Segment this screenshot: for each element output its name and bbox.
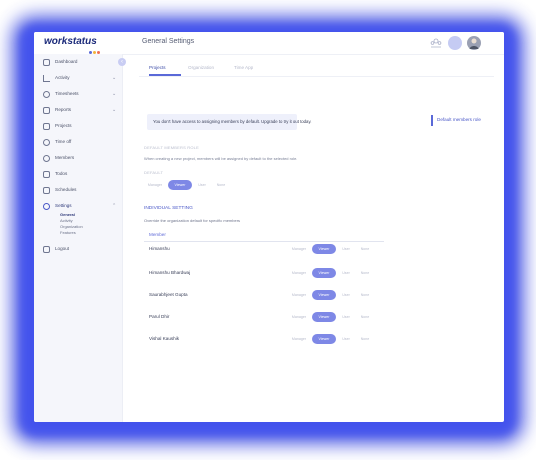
team-icon[interactable] <box>429 36 443 50</box>
settings-sub-activity[interactable]: Activity <box>60 218 73 223</box>
role-option-user[interactable]: User <box>338 244 354 254</box>
sidebar-item-time-off[interactable]: Time off <box>34 137 122 151</box>
chevron-down-icon: ⌄ <box>112 75 117 81</box>
role-option-manager[interactable]: Manager <box>288 244 310 254</box>
member-column-label: Member <box>149 232 166 237</box>
member-role-selector: Manager Viewer User None <box>288 290 388 300</box>
sidebar-item-label: Projects <box>55 123 72 128</box>
sidebar-item-activity[interactable]: Activity ⌄ <box>34 73 122 87</box>
role-option-manager[interactable]: Manager <box>288 334 310 344</box>
sidebar: Dashboard Activity ⌄ Timesheets ⌄ Report… <box>34 54 123 422</box>
default-role-description: When creating a new project, members wil… <box>144 156 298 161</box>
activity-icon <box>43 75 50 82</box>
default-members-role-box[interactable]: Default members role <box>431 115 495 126</box>
role-option-viewer[interactable]: Viewer <box>168 180 192 190</box>
role-option-viewer[interactable]: Viewer <box>312 290 336 300</box>
role-option-viewer[interactable]: Viewer <box>312 244 336 254</box>
sidebar-item-settings[interactable]: Settings ⌃ <box>34 201 122 215</box>
sidebar-item-label: Logout <box>55 246 70 251</box>
tab-divider <box>139 75 494 77</box>
role-option-user[interactable]: User <box>194 180 210 190</box>
members-icon <box>43 155 50 162</box>
member-name: Himanshu Bhardwaj <box>149 270 191 275</box>
sidebar-item-label: Todos <box>55 171 68 176</box>
tab-organization[interactable]: Organization <box>188 65 214 70</box>
upgrade-notice: You don't have access to assigning membe… <box>147 114 311 130</box>
individual-setting-title: INDIVIDUAL SETTING <box>144 206 193 211</box>
role-option-none[interactable]: None <box>356 312 374 322</box>
sidebar-item-label: Schedules <box>55 187 77 192</box>
member-column-header: Member <box>144 230 384 242</box>
projects-icon <box>43 123 50 130</box>
top-bar: workstatus General Settings <box>34 32 504 55</box>
sidebar-item-reports[interactable]: Reports ⌄ <box>34 105 122 119</box>
gear-icon <box>43 203 50 210</box>
user-avatar-placeholder[interactable] <box>448 36 462 50</box>
settings-sub-general[interactable]: General <box>60 212 75 217</box>
tab-time-app[interactable]: Time App <box>234 65 253 70</box>
chevron-up-icon: ⌃ <box>112 203 117 209</box>
settings-sub-organization[interactable]: Organization <box>60 224 83 229</box>
member-role-selector: Manager Viewer User None <box>288 312 388 322</box>
sidebar-item-timesheets[interactable]: Timesheets ⌄ <box>34 89 122 103</box>
sidebar-item-logout[interactable]: Logout <box>34 244 122 258</box>
clock-icon <box>43 91 50 98</box>
dashboard-icon <box>43 59 50 66</box>
member-role-selector: Manager Viewer User None <box>288 268 388 278</box>
member-role-selector: Manager Viewer User None <box>288 334 388 344</box>
default-members-role-link[interactable]: Default members role <box>437 117 481 122</box>
todos-icon <box>43 171 50 178</box>
default-label: DEFAULT <box>144 170 164 175</box>
default-role-heading: DEFAULT MEMBERS ROLE <box>144 145 199 150</box>
member-name: Parul Dhir <box>149 314 170 319</box>
sidebar-item-dashboard[interactable]: Dashboard <box>34 57 122 71</box>
role-option-none[interactable]: None <box>356 334 374 344</box>
logout-icon <box>43 246 50 253</box>
sidebar-item-label: Activity <box>55 75 70 80</box>
role-option-none[interactable]: None <box>356 244 374 254</box>
sidebar-item-label: Reports <box>55 107 72 112</box>
role-option-viewer[interactable]: Viewer <box>312 268 336 278</box>
time-off-icon <box>43 139 50 146</box>
role-option-viewer[interactable]: Viewer <box>312 334 336 344</box>
default-role-selector: Manager Viewer User None <box>144 180 244 190</box>
role-option-none[interactable]: None <box>212 180 230 190</box>
role-option-user[interactable]: User <box>338 268 354 278</box>
member-role-selector: Manager Viewer User None <box>288 244 388 254</box>
chevron-down-icon: ⌄ <box>112 107 117 113</box>
tab-projects[interactable]: Projects <box>149 65 166 70</box>
role-option-none[interactable]: None <box>356 290 374 300</box>
sidebar-item-todos[interactable]: Todos <box>34 169 122 183</box>
role-option-none[interactable]: None <box>356 268 374 278</box>
page-title: General Settings <box>142 38 195 45</box>
user-avatar[interactable] <box>467 36 481 50</box>
individual-setting-description: Override the organization default for sp… <box>144 218 241 223</box>
role-option-manager[interactable]: Manager <box>288 290 310 300</box>
sidebar-item-members[interactable]: Members <box>34 153 122 167</box>
sidebar-item-label: Dashboard <box>55 59 78 64</box>
role-option-user[interactable]: User <box>338 290 354 300</box>
sidebar-item-label: Time off <box>55 139 72 144</box>
sidebar-item-projects[interactable]: Projects <box>34 121 122 135</box>
main-content: Projects Organization Time App You don't… <box>123 54 504 422</box>
member-name: Himanshu <box>149 246 170 251</box>
reports-icon <box>43 107 50 114</box>
member-name: Vishal Kaushik <box>149 336 180 341</box>
role-option-manager[interactable]: Manager <box>144 180 166 190</box>
calendar-icon <box>43 187 50 194</box>
app-window: workstatus General Settings Dashboard Ac… <box>34 32 504 422</box>
sidebar-item-schedules[interactable]: Schedules <box>34 185 122 199</box>
role-option-manager[interactable]: Manager <box>288 312 310 322</box>
role-option-manager[interactable]: Manager <box>288 268 310 278</box>
member-name: Saurabhjeet Gupta <box>149 292 188 297</box>
sidebar-item-label: Settings <box>55 203 72 208</box>
chevron-down-icon: ⌄ <box>112 91 117 97</box>
role-option-user[interactable]: User <box>338 334 354 344</box>
settings-sub-features[interactable]: Features <box>60 230 76 235</box>
role-option-user[interactable]: User <box>338 312 354 322</box>
sidebar-item-label: Members <box>55 155 75 160</box>
upgrade-notice-text: You don't have access to assigning membe… <box>153 119 312 124</box>
role-option-viewer[interactable]: Viewer <box>312 312 336 322</box>
sidebar-item-label: Timesheets <box>55 91 79 96</box>
